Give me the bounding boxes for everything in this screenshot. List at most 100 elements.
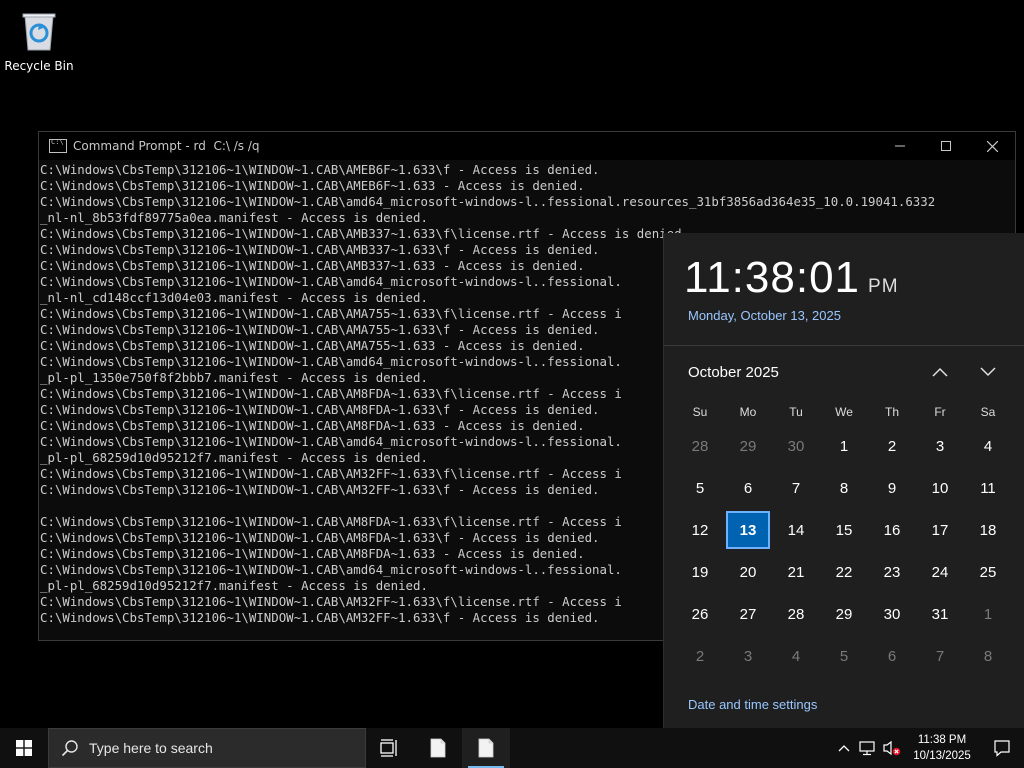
calendar-day[interactable]: 2 xyxy=(676,635,724,677)
calendar-day[interactable]: 29 xyxy=(820,593,868,635)
calendar-day[interactable]: 21 xyxy=(772,551,820,593)
previous-month-button[interactable] xyxy=(926,361,954,383)
cmd-output-line: C:\Windows\CbsTemp\312106~1\WINDOW~1.CAB… xyxy=(40,178,585,193)
minimize-icon xyxy=(895,145,905,147)
calendar-day[interactable]: 24 xyxy=(916,551,964,593)
flyout-clock: 11:38:01 PM xyxy=(684,253,899,303)
calendar-day[interactable]: 1 xyxy=(820,425,868,467)
weekday-label: We xyxy=(835,405,853,419)
next-month-button[interactable] xyxy=(974,361,1002,383)
taskbar-file-app-2[interactable] xyxy=(462,728,510,768)
calendar-day[interactable]: 20 xyxy=(724,551,772,593)
volume-muted-icon xyxy=(883,740,901,756)
calendar-week-row: 12 13 14 15 16 17 18 xyxy=(676,509,1012,551)
calendar-day[interactable]: 9 xyxy=(868,467,916,509)
close-button[interactable] xyxy=(969,132,1015,160)
minimize-button[interactable] xyxy=(877,132,923,160)
task-view-button[interactable] xyxy=(366,728,414,768)
calendar-day[interactable]: 7 xyxy=(772,467,820,509)
calendar-day-today[interactable]: 13 xyxy=(726,511,770,549)
calendar-grid: Su Mo Tu We Th Fr Sa 28 29 30 1 2 3 4 5 6 7 8 9 10 11 12 13 14… xyxy=(676,405,1012,677)
calendar-day[interactable]: 25 xyxy=(964,551,1012,593)
calendar-day[interactable]: 6 xyxy=(724,467,772,509)
calendar-day[interactable]: 1 xyxy=(964,593,1012,635)
calendar-day[interactable]: 14 xyxy=(772,509,820,551)
calendar-day[interactable]: 11 xyxy=(964,467,1012,509)
calendar-day[interactable]: 30 xyxy=(772,425,820,467)
chevron-down-icon xyxy=(980,367,996,377)
calendar-day[interactable]: 28 xyxy=(676,425,724,467)
calendar-day[interactable]: 6 xyxy=(868,635,916,677)
calendar-day[interactable]: 5 xyxy=(676,467,724,509)
cmd-output-line: C:\Windows\CbsTemp\312106~1\WINDOW~1.CAB… xyxy=(40,162,600,177)
calendar-day[interactable]: 30 xyxy=(868,593,916,635)
recycle-bin-label: Recycle Bin xyxy=(4,59,74,73)
weekday-label: Mo xyxy=(739,405,757,419)
calendar-day[interactable]: 22 xyxy=(820,551,868,593)
calendar-day[interactable]: 7 xyxy=(916,635,964,677)
taskbar-clock[interactable]: 11:38 PM 10/13/2025 xyxy=(904,732,980,764)
taskbar-date: 10/13/2025 xyxy=(913,750,971,762)
calendar-day[interactable]: 12 xyxy=(676,509,724,551)
date-time-settings-link[interactable]: Date and time settings xyxy=(688,697,817,712)
calendar-week-row: 2345678 xyxy=(676,635,1012,677)
recycle-bin-desktop-icon[interactable]: Recycle Bin xyxy=(4,6,74,73)
calendar-day[interactable]: 15 xyxy=(820,509,868,551)
chevron-up-icon xyxy=(838,745,850,752)
calendar-day[interactable]: 19 xyxy=(676,551,724,593)
calendar-day[interactable]: 4 xyxy=(964,425,1012,467)
search-placeholder: Type here to search xyxy=(89,740,213,756)
flyout-long-date[interactable]: Monday, October 13, 2025 xyxy=(688,308,841,323)
calendar-day[interactable]: 8 xyxy=(820,467,868,509)
network-button[interactable] xyxy=(856,728,880,768)
cmd-output-line: _nl-nl_8b53fdf89775a0ea.manifest - Acces… xyxy=(40,210,428,225)
calendar-day[interactable]: 3 xyxy=(916,425,964,467)
calendar-week-row: 19 20 21 22 23 24 25 xyxy=(676,551,1012,593)
calendar-day[interactable]: 3 xyxy=(724,635,772,677)
calendar-day[interactable]: 28 xyxy=(772,593,820,635)
document-icon xyxy=(478,738,494,758)
calendar-day[interactable]: 5 xyxy=(820,635,868,677)
document-icon xyxy=(430,738,446,758)
taskbar-time: 11:38 PM xyxy=(917,734,967,746)
taskbar-search-box[interactable]: Type here to search xyxy=(48,728,366,768)
flyout-time: 11:38:01 xyxy=(684,253,861,302)
weekday-label: Su xyxy=(692,405,708,419)
cmd-output-line: C:\Windows\CbsTemp\312106~1\WINDOW~1.CAB… xyxy=(40,194,936,209)
cmd-app-icon xyxy=(49,138,67,153)
weekday-label: Tu xyxy=(789,405,803,419)
chevron-up-icon xyxy=(932,367,948,377)
show-hidden-icons-button[interactable] xyxy=(832,728,856,768)
calendar-day[interactable]: 27 xyxy=(724,593,772,635)
clock-calendar-flyout: 11:38:01 PM Monday, October 13, 2025 Octo… xyxy=(663,233,1024,728)
calendar-day[interactable]: 29 xyxy=(724,425,772,467)
calendar-day[interactable]: 23 xyxy=(868,551,916,593)
maximize-icon xyxy=(941,141,951,151)
calendar-day[interactable]: 18 xyxy=(964,509,1012,551)
calendar-day[interactable]: 10 xyxy=(916,467,964,509)
notification-icon xyxy=(994,740,1010,757)
task-view-icon xyxy=(380,739,397,757)
calendar-day[interactable]: 4 xyxy=(772,635,820,677)
system-tray: 11:38 PM 10/13/2025 xyxy=(832,728,1024,768)
calendar-month-title[interactable]: October 2025 xyxy=(688,364,779,381)
taskbar-file-app-1[interactable] xyxy=(414,728,462,768)
search-icon xyxy=(61,740,78,757)
calendar-week-row: 26 27 28 29 30 31 1 xyxy=(676,593,1012,635)
calendar-day[interactable]: 16 xyxy=(868,509,916,551)
calendar-day[interactable]: 26 xyxy=(676,593,724,635)
close-icon xyxy=(986,140,998,152)
volume-button[interactable] xyxy=(880,728,904,768)
taskbar: Type here to search 11:38 PM 10/13/2025 xyxy=(0,728,1024,768)
calendar-day[interactable]: 31 xyxy=(916,593,964,635)
calendar-day[interactable]: 2 xyxy=(868,425,916,467)
start-button[interactable] xyxy=(0,728,48,768)
recycle-bin-icon xyxy=(17,6,61,54)
maximize-button[interactable] xyxy=(923,132,969,160)
weekday-label: Fr xyxy=(934,405,946,419)
cmd-titlebar[interactable]: Command Prompt - rd C:\ /s /q xyxy=(39,132,1015,160)
calendar-day[interactable]: 17 xyxy=(916,509,964,551)
cmd-window-title: Command Prompt - rd C:\ /s /q xyxy=(73,139,260,153)
action-center-button[interactable] xyxy=(980,728,1024,768)
calendar-day[interactable]: 8 xyxy=(964,635,1012,677)
